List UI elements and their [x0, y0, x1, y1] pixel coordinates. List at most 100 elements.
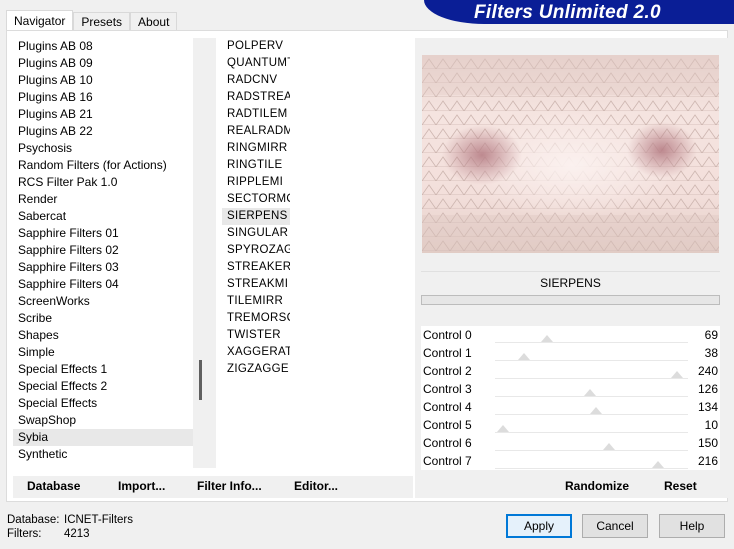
control-label: Control 7 — [423, 454, 472, 468]
category-item[interactable]: ScreenWorks — [13, 293, 193, 310]
category-item[interactable]: RCS Filter Pak 1.0 — [13, 174, 193, 191]
control-slider[interactable] — [495, 450, 688, 451]
control-value: 134 — [697, 400, 718, 414]
category-item[interactable]: Random Filters (for Actions) — [13, 157, 193, 174]
progress-bar — [421, 295, 720, 305]
filter-item[interactable]: TREMORSC — [222, 310, 290, 327]
editor-button[interactable]: Editor... — [294, 479, 338, 493]
control-value: 69 — [704, 328, 718, 342]
control-value: 240 — [697, 364, 718, 378]
filter-item[interactable]: RADCNV — [222, 72, 290, 89]
tab-about[interactable]: About — [130, 12, 178, 32]
control-row: Control 3 126 — [421, 380, 720, 398]
filter-item[interactable]: STREAKMI — [222, 276, 290, 293]
category-item[interactable]: Sybia — [13, 429, 193, 446]
bottom-toolbar-right: Randomize Reset — [421, 476, 720, 498]
randomize-button[interactable]: Randomize — [565, 479, 629, 493]
control-slider[interactable] — [495, 432, 688, 433]
category-item[interactable]: Plugins AB 16 — [13, 89, 193, 106]
selected-filter-name: SIERPENS — [421, 271, 720, 293]
title-banner: Filters Unlimited 2.0 — [424, 0, 734, 24]
slider-thumb[interactable] — [496, 425, 509, 432]
filter-item[interactable]: RINGTILE — [222, 157, 290, 174]
slider-thumb[interactable] — [670, 371, 683, 378]
category-item[interactable]: Plugins AB 22 — [13, 123, 193, 140]
category-item[interactable]: SwapShop — [13, 412, 193, 429]
category-item[interactable]: Plugins AB 09 — [13, 55, 193, 72]
help-button[interactable]: Help — [659, 514, 725, 538]
control-row: Control 6 150 — [421, 434, 720, 452]
control-slider[interactable] — [495, 378, 688, 379]
reset-button[interactable]: Reset — [664, 479, 697, 493]
category-item[interactable]: Special Effects 2 — [13, 378, 193, 395]
category-item[interactable]: Render — [13, 191, 193, 208]
filter-item[interactable]: STREAKER — [222, 259, 290, 276]
filter-item[interactable]: RIPPLEMI — [222, 174, 290, 191]
category-list[interactable]: Plugins AB 08 Plugins AB 09 Plugins AB 10 P… — [13, 38, 193, 468]
filter-item[interactable]: SIERPENS — [222, 208, 290, 225]
category-item[interactable]: Sapphire Filters 02 — [13, 242, 193, 259]
category-item[interactable]: Special Effects 1 — [13, 361, 193, 378]
category-item[interactable]: Shapes — [13, 327, 193, 344]
control-slider[interactable] — [495, 360, 688, 361]
category-item[interactable]: Sabercat — [13, 208, 193, 225]
filter-item[interactable]: SINGULAR — [222, 225, 290, 242]
control-slider[interactable] — [495, 342, 688, 343]
control-label: Control 0 — [423, 328, 472, 342]
tab-presets[interactable]: Presets — [73, 12, 131, 32]
control-label: Control 3 — [423, 382, 472, 396]
control-label: Control 2 — [423, 364, 472, 378]
slider-thumb[interactable] — [652, 461, 665, 468]
slider-thumb[interactable] — [584, 389, 597, 396]
database-button[interactable]: Database — [27, 479, 80, 493]
category-item[interactable]: Sapphire Filters 03 — [13, 259, 193, 276]
category-item[interactable]: Synthetic — [13, 446, 193, 463]
filter-item[interactable]: REALRADM — [222, 123, 290, 140]
category-item[interactable]: Sapphire Filters 04 — [13, 276, 193, 293]
tab-navigator[interactable]: Navigator — [6, 10, 74, 32]
cancel-button[interactable]: Cancel — [582, 514, 648, 538]
category-item[interactable]: Plugins AB 08 — [13, 38, 193, 55]
control-slider[interactable] — [495, 414, 688, 415]
import-button[interactable]: Import... — [118, 479, 165, 493]
filter-item[interactable]: XAGGERAT — [222, 344, 290, 361]
control-label: Control 5 — [423, 418, 472, 432]
database-label: Database: — [7, 514, 60, 526]
control-slider[interactable] — [495, 396, 688, 397]
control-slider[interactable] — [495, 468, 688, 469]
category-item[interactable]: Plugins AB 21 — [13, 106, 193, 123]
filter-item[interactable]: RADSTREA — [222, 89, 290, 106]
status-area: Database: ICNET-Filters Filters: 4213 — [7, 513, 133, 541]
filter-item[interactable]: RADTILEM — [222, 106, 290, 123]
category-item[interactable]: Sapphire Filters 01 — [13, 225, 193, 242]
control-label: Control 1 — [423, 346, 472, 360]
category-item[interactable]: Plugins AB 10 — [13, 72, 193, 89]
filter-item[interactable]: RINGMIRR — [222, 140, 290, 157]
filter-item[interactable]: SPYROZAG — [222, 242, 290, 259]
slider-thumb[interactable] — [590, 407, 603, 414]
filter-item[interactable]: TWISTER — [222, 327, 290, 344]
filter-item[interactable]: QUANTUMT — [222, 55, 290, 72]
filter-item[interactable]: SECTORMO — [222, 191, 290, 208]
control-row: Control 2 240 — [421, 362, 720, 380]
banner-title: Filters Unlimited 2.0 — [474, 2, 661, 23]
category-item[interactable]: Psychosis — [13, 140, 193, 157]
category-item[interactable]: Scribe — [13, 310, 193, 327]
control-value: 150 — [697, 436, 718, 450]
filter-item[interactable]: ZIGZAGGE — [222, 361, 290, 378]
filter-item[interactable]: TILEMIRR — [222, 293, 290, 310]
filter-info-button[interactable]: Filter Info... — [197, 479, 262, 493]
slider-thumb[interactable] — [541, 335, 554, 342]
control-row: Control 4 134 — [421, 398, 720, 416]
apply-button[interactable]: Apply — [506, 514, 572, 538]
filter-list[interactable]: POLPERV QUANTUMT RADCNV RADSTREA RADTILEM REA… — [222, 38, 290, 468]
category-scrollbar[interactable] — [193, 38, 210, 468]
filter-item[interactable]: POLPERV — [222, 38, 290, 55]
category-item[interactable]: Special Effects — [13, 395, 193, 412]
control-value: 38 — [704, 346, 718, 360]
slider-thumb[interactable] — [517, 353, 530, 360]
filter-preview — [422, 55, 719, 253]
scrollbar-thumb[interactable] — [199, 360, 202, 400]
slider-thumb[interactable] — [602, 443, 615, 450]
category-item[interactable]: Simple — [13, 344, 193, 361]
